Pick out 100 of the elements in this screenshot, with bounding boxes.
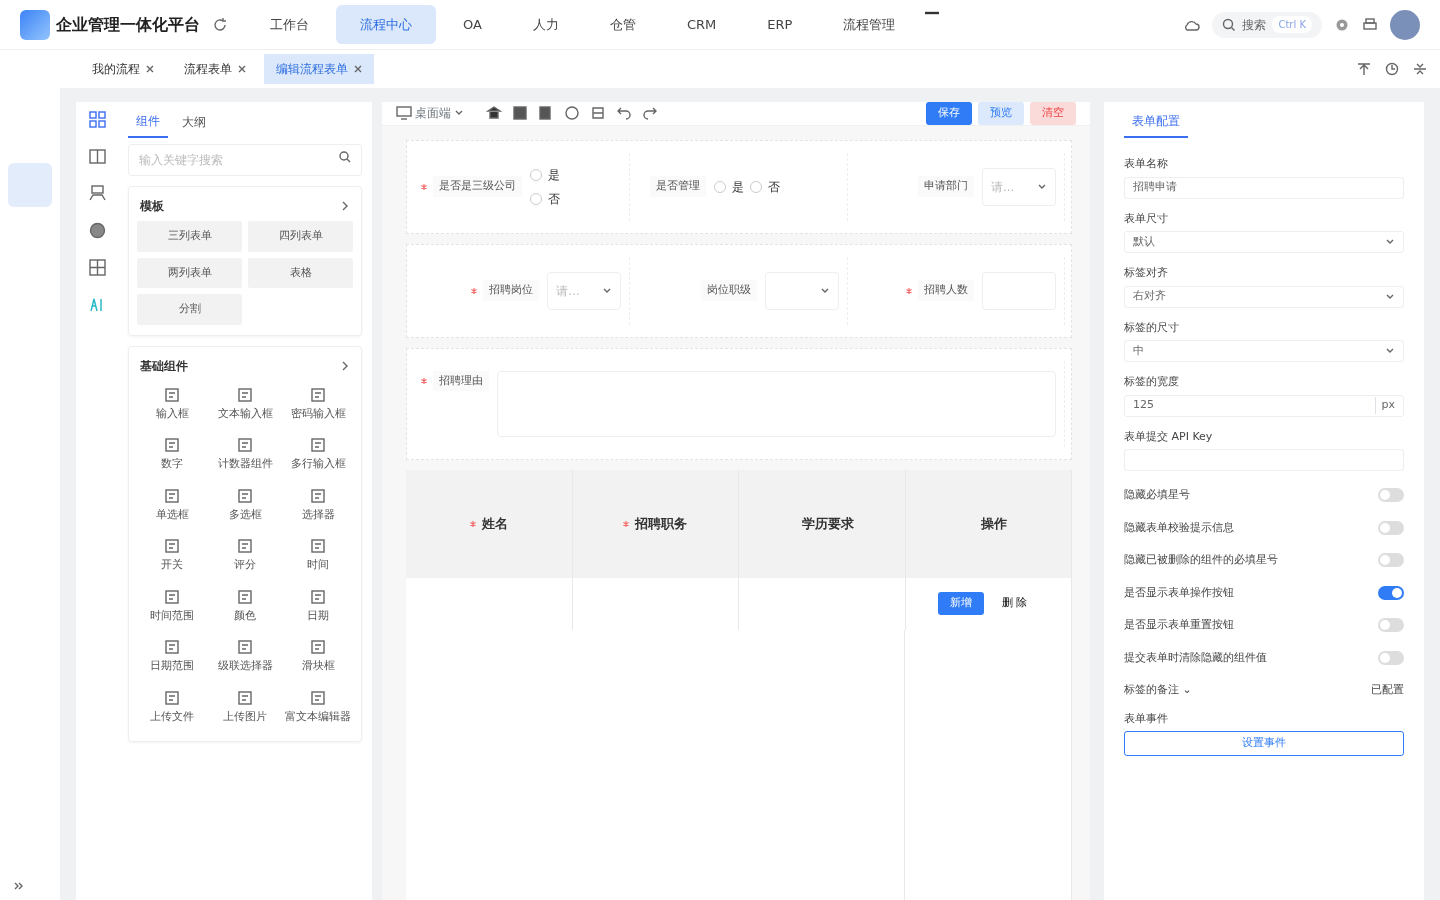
component-item[interactable]: 级联选择器 <box>210 633 280 681</box>
toggle-switch[interactable] <box>1378 618 1404 633</box>
section-title: 基础组件 <box>140 357 188 375</box>
component-item[interactable]: 上传文件 <box>137 683 207 731</box>
field-label[interactable]: 标签的备注 ⌄ <box>1124 682 1192 699</box>
page-tab[interactable]: 流程表单 <box>172 54 258 84</box>
nav-tab[interactable]: 流程中心 <box>336 4 436 45</box>
component-item[interactable]: 多选框 <box>210 481 280 529</box>
nav-tab[interactable]: ERP <box>743 4 817 45</box>
circle-icon[interactable] <box>564 105 580 122</box>
component-item[interactable]: 输入框 <box>137 380 207 428</box>
component-item[interactable]: 时间范围 <box>137 582 207 630</box>
shortcut-hint: Ctrl K <box>1272 16 1312 33</box>
select-field[interactable]: 默认 <box>1124 231 1404 253</box>
component-item[interactable]: 上传图片 <box>210 683 280 731</box>
refresh-icon[interactable] <box>212 16 228 33</box>
component-item[interactable]: 选择器 <box>283 481 353 529</box>
select-field[interactable]: 右对齐 <box>1124 285 1404 308</box>
collapse-icon[interactable] <box>1412 61 1428 77</box>
column-header: 姓名 <box>481 514 508 533</box>
field-label: 是否管理 <box>650 176 707 197</box>
toolbar-button[interactable]: 保存 <box>926 102 972 125</box>
component-item[interactable]: 文本输入框 <box>210 380 280 428</box>
component-item[interactable]: 评分 <box>210 532 280 580</box>
component-item[interactable]: 滑块框 <box>283 633 353 681</box>
nav-tab[interactable]: 工作台 <box>246 4 333 45</box>
nav-tab[interactable]: 人力 <box>508 4 583 45</box>
close-icon[interactable] <box>146 65 154 73</box>
form-icon <box>164 588 180 605</box>
component-item[interactable]: 多行输入框 <box>283 431 353 479</box>
form-icon <box>310 538 326 554</box>
component-item[interactable]: 密码输入框 <box>283 380 353 428</box>
close-icon[interactable] <box>238 65 246 73</box>
template-button[interactable]: 两列表单 <box>137 257 242 288</box>
select-field[interactable] <box>764 271 839 310</box>
component-item[interactable]: 富文本编辑器 <box>283 683 353 731</box>
template-button[interactable]: 分割 <box>137 294 242 325</box>
book-icon[interactable] <box>87 147 107 166</box>
printer-icon[interactable] <box>1362 16 1378 33</box>
toggle-switch[interactable] <box>1378 553 1404 568</box>
toggle-switch[interactable] <box>1378 585 1404 600</box>
radio-option[interactable]: 是 <box>714 177 745 196</box>
component-item[interactable]: 时间 <box>283 532 353 580</box>
input-field[interactable]: 125 px <box>1124 394 1404 417</box>
form-icon <box>310 588 326 605</box>
menu-tile[interactable] <box>8 163 52 207</box>
monitor-icon[interactable] <box>87 184 107 203</box>
nav-tab[interactable]: OA <box>439 4 506 45</box>
table-button[interactable]: 新增 <box>937 592 984 615</box>
event-button[interactable]: 设置事件 <box>1124 731 1404 756</box>
panel-tab[interactable]: 组件 <box>128 102 168 138</box>
status-text: 已配置 <box>1371 682 1404 698</box>
form-icon <box>164 437 180 453</box>
page-tab[interactable]: 编辑流程表单 <box>264 54 374 84</box>
field-label: 标签的宽度 <box>1124 374 1180 390</box>
nav-tab[interactable]: 流程管理 <box>819 4 920 45</box>
close-icon[interactable] <box>354 65 362 73</box>
form-icon <box>164 689 180 706</box>
widgets-icon[interactable] <box>87 110 107 129</box>
template-button[interactable]: 表格 <box>248 257 353 288</box>
toggle-switch[interactable] <box>1378 650 1404 665</box>
field-label: 是否是三级公司 <box>433 176 522 197</box>
redo-icon[interactable] <box>642 105 658 122</box>
field-label: 表单提交 API Key <box>1124 428 1214 445</box>
chevron-icon[interactable] <box>340 359 350 372</box>
component-item[interactable]: 日期范围 <box>137 633 207 681</box>
panel-tab[interactable]: 表单配置 <box>1124 102 1188 138</box>
page-tab[interactable]: 我的流程 <box>80 54 166 84</box>
search-icon <box>339 151 351 163</box>
radio-option[interactable]: 否 <box>530 189 560 208</box>
search-field[interactable]: 搜索 Ctrl K <box>1212 11 1322 38</box>
form-icon <box>310 639 326 655</box>
nav-tab[interactable]: CRM <box>662 4 741 45</box>
radio-option[interactable]: 否 <box>750 177 781 196</box>
component-item[interactable]: 开关 <box>137 532 207 580</box>
component-item[interactable]: 颜色 <box>210 582 280 630</box>
form-icon <box>237 538 253 554</box>
component-item[interactable]: 计数器组件 <box>210 431 280 479</box>
component-item[interactable]: 数字 <box>137 431 207 479</box>
device-select[interactable]: 桌面端 <box>396 104 464 123</box>
toggle-switch[interactable] <box>1378 520 1404 535</box>
component-item[interactable]: 单选框 <box>137 481 207 529</box>
panel-tab[interactable]: 大纲 <box>174 102 214 138</box>
toggle-switch[interactable] <box>1378 488 1404 503</box>
input-field[interactable]: 招聘申请 <box>1124 176 1404 199</box>
component-item[interactable]: 日期 <box>283 582 353 630</box>
undo-icon[interactable] <box>616 105 632 122</box>
toggle-label: 隐藏必填星号 <box>1124 487 1190 503</box>
field-label: 表单名称 <box>1124 156 1169 172</box>
avatar[interactable] <box>1390 9 1420 40</box>
refresh-icon[interactable] <box>1384 61 1400 77</box>
form-icon <box>310 689 326 706</box>
select-field[interactable]: 中 <box>1124 340 1404 362</box>
nav-tab[interactable]: 仓管 <box>585 4 660 45</box>
template-button[interactable]: 三列表单 <box>137 221 242 252</box>
column-header: 操作 <box>981 514 1008 533</box>
radio-option[interactable]: 是 <box>530 165 560 184</box>
grid-icon[interactable] <box>87 258 107 277</box>
template-button[interactable]: 四列表单 <box>248 221 353 252</box>
chevron-icon[interactable] <box>340 200 350 212</box>
